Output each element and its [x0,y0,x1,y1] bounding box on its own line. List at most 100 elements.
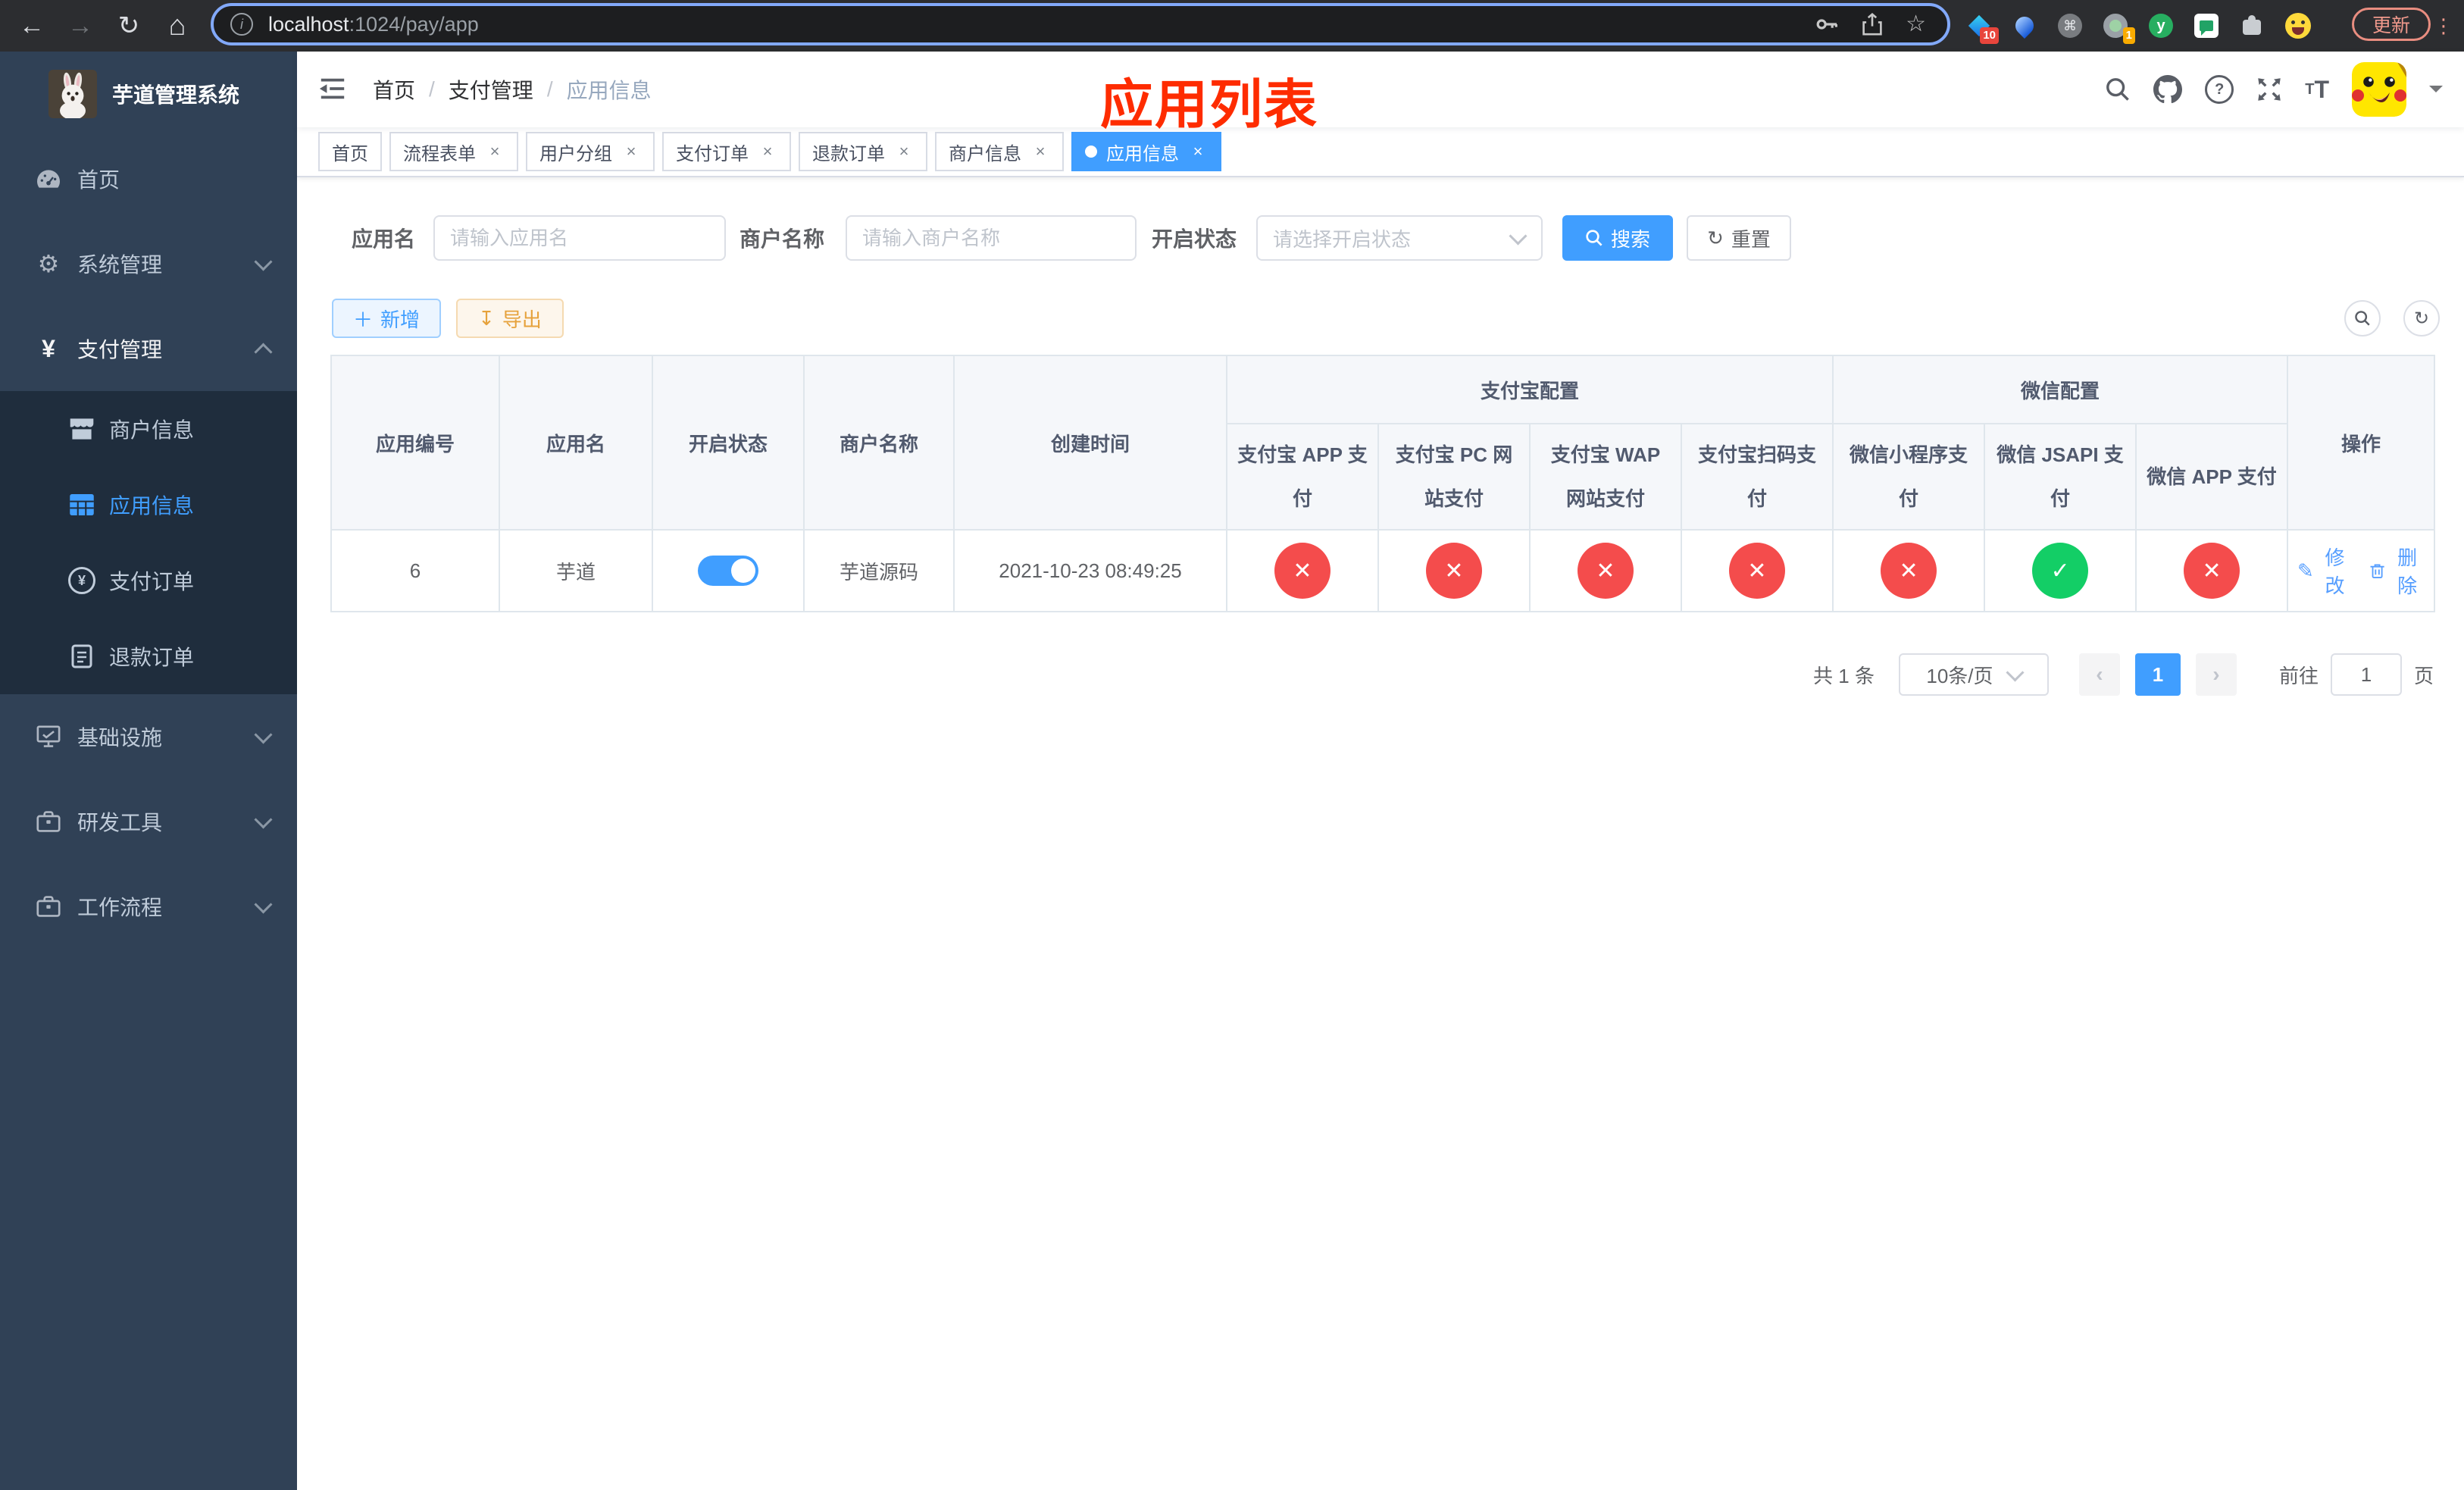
extension-diamond-icon[interactable]: 10 [1967,14,1999,44]
reset-button[interactable]: 重置 [1687,215,1791,261]
chevron-down-icon [1509,226,1527,246]
status-cross-icon: ✕ [1578,543,1634,599]
yen-icon [33,337,64,361]
browser-reload-icon[interactable] [109,0,149,52]
status-cross-icon: ✕ [1426,543,1482,599]
address-bar[interactable]: localhost:1024/pay/app [211,3,1950,45]
col-header-wechat-jsapi: 微信 JSAPI 支付 [1984,423,2137,531]
sidebar-item-merchant-info[interactable]: 商户信息 [0,391,297,467]
status-check-icon: ✓ [2032,543,2089,599]
search-icon[interactable] [2105,77,2131,102]
top-navbar: 首页 / 支付管理 / 应用信息 应用列表 TT [297,52,2464,134]
navbar-actions: TT [2105,52,2443,127]
extension-balloon-icon[interactable] [2012,13,2037,39]
browser-home-icon[interactable] [158,0,197,52]
chrome-update-button[interactable]: 更新 [2352,8,2431,41]
breadcrumb-payment[interactable]: 支付管理 [449,74,533,105]
user-avatar[interactable] [2352,62,2406,117]
show-search-toggle-button[interactable] [2344,300,2381,337]
col-header-alipay-qr: 支付宝扫码支付 [1680,423,1834,531]
chevron-up-icon [254,342,273,362]
avatar-caret-icon[interactable] [2429,86,2443,99]
sidebar-item-label: 工作流程 [77,896,163,919]
close-icon[interactable] [621,142,641,161]
fullscreen-icon[interactable] [2256,77,2282,102]
status-select[interactable]: 请选择开启状态 [1256,215,1543,261]
close-icon[interactable] [894,142,914,161]
goto-page-input[interactable] [2330,653,2402,696]
tab-process-form[interactable]: 流程表单 [389,132,518,171]
monitor-check-icon [33,725,64,748]
sidebar-item-app-info[interactable]: 应用信息 [0,467,297,543]
extension-recorder-icon[interactable]: 1 [2103,14,2135,44]
download-icon [478,307,495,330]
tab-user-group[interactable]: 用户分组 [526,132,655,171]
password-key-icon[interactable] [1815,12,1839,36]
sidebar-item-infrastructure[interactable]: 基础设施 [0,694,297,779]
chevron-down-icon [254,252,273,271]
sidebar-item-dev-tools[interactable]: 研发工具 [0,779,297,864]
browser-back-icon[interactable] [12,0,52,52]
export-button[interactable]: 导出 [456,299,564,338]
app-name-input[interactable] [433,215,726,261]
tab-merchant-info[interactable]: 商户信息 [935,132,1064,171]
breadcrumb-separator: / [546,77,553,101]
cell-app-name: 芋道 [499,529,653,612]
edit-button[interactable]: 修改 [2297,543,2351,599]
sidebar-collapse-icon[interactable] [318,74,347,109]
sidebar-item-payment[interactable]: 支付管理 [0,306,297,391]
breadcrumb-home[interactable]: 首页 [373,74,415,105]
grid-table-icon [67,494,97,515]
prev-page-button[interactable] [2078,653,2120,696]
sidebar-item-label: 应用信息 [109,494,195,518]
sidebar-item-system[interactable]: 系统管理 [0,221,297,306]
merchant-name-input[interactable] [846,215,1137,261]
extension-command-icon[interactable] [2058,14,2082,38]
sidebar-item-pay-order[interactable]: 支付订单 [0,543,297,618]
table-row: 6 芋道 芋道源码 2021-10-23 08:49:25 ✕ ✕ ✕ ✕ ✕ … [330,529,2436,612]
app-title: 芋道管理系统 [112,83,240,107]
font-size-icon[interactable]: TT [2305,76,2329,104]
col-header-actions: 操作 [2287,355,2436,531]
close-icon[interactable] [485,142,505,161]
close-icon[interactable] [1188,142,1208,161]
help-icon[interactable] [2205,75,2234,104]
browser-forward-icon[interactable] [61,0,100,52]
extensions-puzzle-icon[interactable] [2240,14,2264,38]
tab-pay-order[interactable]: 支付订单 [662,132,791,171]
github-icon[interactable] [2153,75,2183,104]
pagination-total: 共 1 条 [1813,664,1875,687]
extension-chat-icon[interactable] [2194,14,2219,38]
refresh-table-button[interactable] [2403,300,2440,337]
app-logo-row[interactable]: 芋道管理系统 [0,52,297,136]
tags-view-bar: 首页 流程表单 用户分组 支付订单 退款订单 商户信息 应用信息 [297,127,2464,177]
profile-avatar-icon[interactable] [2285,13,2311,39]
tab-refund-order[interactable]: 退款订单 [799,132,927,171]
status-cross-icon: ✕ [1274,543,1330,599]
col-header-wechat-mini: 微信小程序支付 [1832,423,1986,531]
extension-y-icon[interactable]: y [2149,14,2173,38]
bookmark-star-icon[interactable] [1906,13,1926,36]
tab-home[interactable]: 首页 [318,132,382,171]
delete-button[interactable]: 删除 [2369,543,2425,599]
page-title: 应用列表 [1100,75,1318,134]
next-page-button[interactable] [2195,653,2237,696]
page-size-select[interactable]: 10条/页 [1898,653,2049,696]
browser-menu-icon[interactable] [2434,0,2453,52]
sidebar-item-refund-order[interactable]: 退款订单 [0,618,297,694]
briefcase-icon [33,895,64,918]
plus-icon [353,305,373,333]
share-icon[interactable] [1862,12,1883,36]
search-button[interactable]: 搜索 [1562,215,1673,261]
status-toggle[interactable] [698,556,758,586]
sidebar-item-home[interactable]: 首页 [0,136,297,221]
site-info-icon[interactable] [230,13,253,36]
add-button[interactable]: 新增 [332,299,441,338]
close-icon[interactable] [1030,142,1050,161]
sidebar-item-label: 支付管理 [77,338,163,362]
sidebar-item-workflow[interactable]: 工作流程 [0,864,297,949]
page-number-1[interactable]: 1 [2134,653,2181,696]
sidebar-item-label: 研发工具 [77,811,163,834]
close-icon[interactable] [758,142,777,161]
extension-badge: 10 [1980,27,1999,44]
